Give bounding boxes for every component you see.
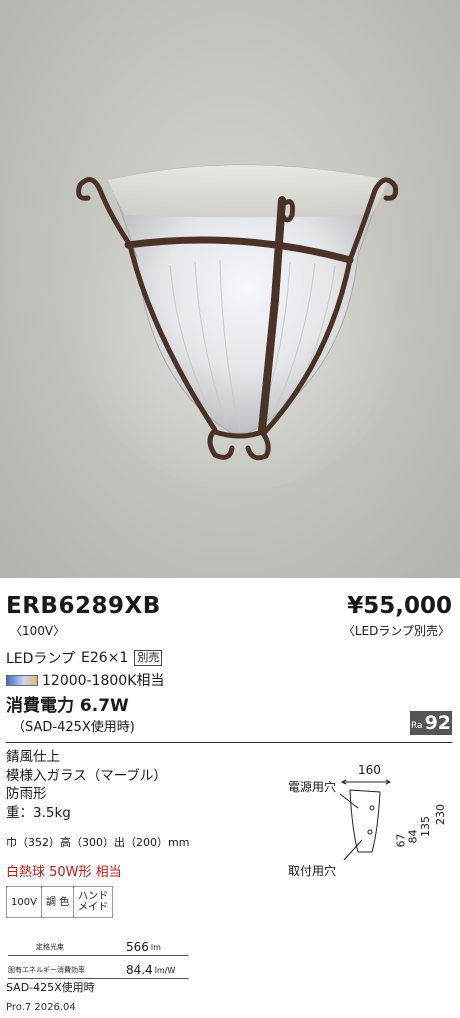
badge-handmade: ハンド メイド (78, 891, 109, 913)
badge-100v: 100V (7, 887, 42, 917)
dim-84: 84 (406, 829, 420, 844)
rated-flux-unit: lm (150, 943, 161, 952)
incandescent-equivalent: 白熱球 50W形 相当 (6, 865, 122, 880)
ra-badge: Ra 92 (410, 711, 452, 735)
price-note: 〈LEDランプ別売〉 (342, 624, 450, 638)
spec-glass: 模様入ガラス（マーブル） (6, 767, 167, 784)
lumen-row-efficiency: 固有エネルギー消費効率 84.4 lm/W (8, 956, 188, 979)
lamp-label: LEDランプ (6, 651, 76, 667)
spec-rainproof: 防雨形 (6, 786, 47, 802)
ra-value: 92 (424, 712, 452, 734)
dim-230: 230 (434, 804, 447, 825)
price: ¥55,000 (347, 593, 452, 619)
footnote: SAD-425X使用時 (6, 981, 95, 994)
lumen-table: 定格光束 566 lm 固有エネルギー消費効率 84.4 lm/W (8, 933, 188, 979)
power-note: （SAD-425X使用時) (12, 720, 135, 735)
lamp-row: LEDランプ E26×1 別売 (6, 648, 163, 668)
mounting-diagram: 電源用穴 取付用穴 160 67 84 135 230 (280, 760, 455, 890)
lamp-base: E26×1 (81, 650, 129, 666)
spec-weight: 重：3.5kg (6, 804, 71, 821)
lumen-row-rated: 定格光束 566 lm (8, 933, 188, 956)
model-number: ERB6289XB (6, 593, 161, 619)
rated-flux-label: 定格光束 (36, 943, 64, 951)
divider (6, 742, 452, 743)
sold-separately-tag: 別売 (134, 650, 163, 666)
color-temp-gradient-icon (6, 674, 38, 686)
spec-list: 錆風仕上 模様入ガラス（マーブル） 防雨形 重：3.5kg (6, 748, 167, 822)
power-consumption: 消費電力 6.7W (6, 696, 129, 716)
spec-finish: 錆風仕上 (6, 749, 60, 765)
voltage-label: 〈100V〉 (10, 624, 66, 638)
ra-label: Ra (410, 721, 423, 731)
color-temp-label: 12000-1800K相当 (42, 673, 165, 689)
efficiency-value: 84.4 (126, 963, 153, 977)
efficiency-label: 固有エネルギー消費効率 (8, 966, 85, 974)
color-temp-row: 12000-1800K相当 (6, 670, 164, 690)
badge-dimming: 調 色 (42, 887, 75, 917)
wall-lamp-illustration (70, 150, 410, 490)
dim-135: 135 (419, 816, 432, 837)
rated-flux-value: 566 (126, 940, 149, 954)
product-photo (0, 0, 460, 578)
feature-badges: 100V 調 色 ハンド メイド (6, 886, 114, 918)
efficiency-unit: lm/W (154, 966, 176, 975)
dimensions: 巾（352）高（300）出（200）mm (6, 836, 190, 849)
catalog-date: Pro.7 2026.04 (6, 1002, 76, 1013)
